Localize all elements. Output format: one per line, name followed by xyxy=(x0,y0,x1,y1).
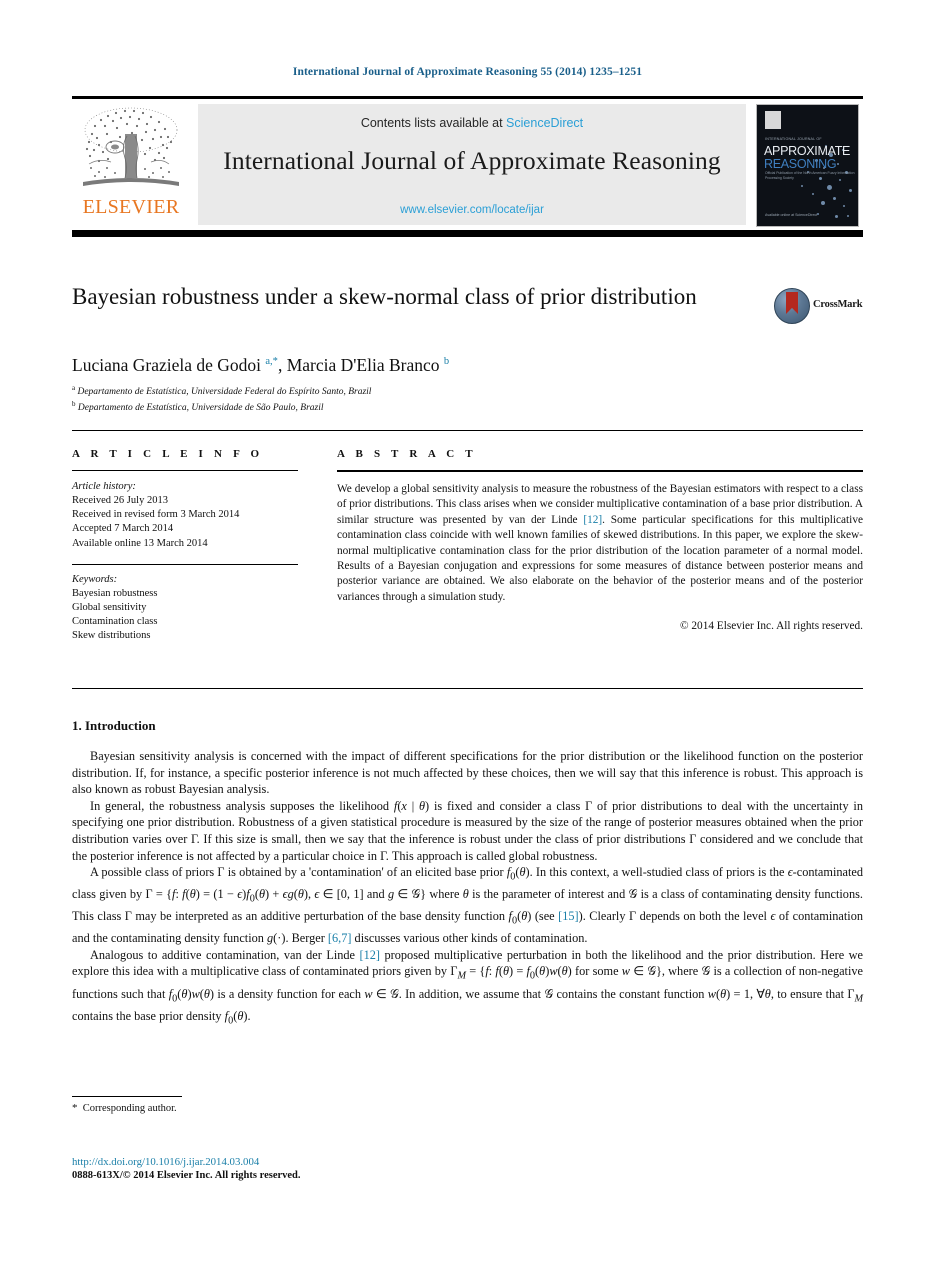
footnote-rule xyxy=(72,1096,182,1097)
crossmark-icon xyxy=(774,288,810,324)
contents-available-line: Contents lists available at ScienceDirec… xyxy=(198,116,746,130)
asterisk-icon: * xyxy=(72,1102,78,1114)
affiliation-b-text: Departamento de Estatística, Universidad… xyxy=(77,402,324,413)
keywords-label: Keywords: xyxy=(72,573,118,585)
body-paragraph: In general, the robustness analysis supp… xyxy=(72,798,863,863)
affiliation-a: a Departamento de Estatística, Universid… xyxy=(72,383,772,399)
journal-masthead: ELSEVIER Contents lists available at Sci… xyxy=(72,96,863,237)
journal-url-link[interactable]: www.elsevier.com/locate/ijar xyxy=(198,204,746,216)
paper-page: International Journal of Approximate Rea… xyxy=(0,0,935,1266)
article-info-heading: A R T I C L E I N F O xyxy=(72,448,264,460)
running-head: International Journal of Approximate Rea… xyxy=(292,66,643,78)
masthead-banner: Contents lists available at ScienceDirec… xyxy=(198,104,746,225)
abstract-section-bottom-rule xyxy=(72,688,863,689)
info-section-top-rule xyxy=(72,430,863,431)
crossmark-badge-group[interactable]: CrossMark xyxy=(774,288,866,324)
history-item: Available online 13 March 2014 xyxy=(72,537,208,549)
article-history-label: Article history: xyxy=(72,481,136,492)
article-info-column: A R T I C L E I N F O Article history: R… xyxy=(72,448,298,644)
article-info-rule xyxy=(72,470,298,471)
cover-footer: Available online at ScienceDirect xyxy=(765,213,818,217)
article-history-list: Received 26 July 2013 Received in revise… xyxy=(72,494,298,551)
cover-elsevier-mark xyxy=(765,111,781,129)
affiliation-marker-b: b xyxy=(72,399,76,408)
journal-cover-thumbnail[interactable]: INTERNATIONAL JOURNAL OF APPROXIMATE REA… xyxy=(756,104,859,227)
journal-title: International Journal of Approximate Rea… xyxy=(223,146,721,175)
keyword-item: Skew distributions xyxy=(72,630,151,642)
cover-subtitle: Official Publication of the North Americ… xyxy=(765,171,855,180)
issn-copyright-line: 0888-613X/© 2014 Elsevier Inc. All right… xyxy=(72,1170,301,1181)
elsevier-logo: ELSEVIER xyxy=(72,104,190,224)
affiliation-a-text: Departamento de Estatística, Universidad… xyxy=(77,387,372,398)
section-title-introduction: 1. Introduction xyxy=(72,718,156,733)
affiliation-list: a Departamento de Estatística, Universid… xyxy=(72,383,772,414)
elsevier-wordmark: ELSEVIER xyxy=(82,196,180,218)
masthead-bottom-rule xyxy=(72,230,863,237)
keywords-rule xyxy=(72,563,298,565)
author-list: Luciana Graziela de Godoi a,*, Marcia D'… xyxy=(72,355,450,375)
affiliation-marker-a: a xyxy=(72,384,76,392)
keyword-item: Bayesian robustness xyxy=(72,587,158,599)
article-title: Bayesian robustness under a skew-normal … xyxy=(72,284,697,309)
body-paragraph: Bayesian sensitivity analysis is concern… xyxy=(72,749,863,797)
body-column: 1. Introduction Bayesian sensitivity ana… xyxy=(72,718,863,1030)
masthead-top-rule xyxy=(72,96,863,99)
abstract-column: A B S T R A C T We develop a global sens… xyxy=(337,448,863,635)
body-paragraph: Analogous to additive contamination, van… xyxy=(72,947,864,1027)
keyword-item: Global sensitivity xyxy=(72,602,147,614)
cover-title-line2: REASONING xyxy=(764,157,837,171)
crossmark-ribbon-icon xyxy=(786,292,798,314)
corresponding-author-note: * Corresponding author. xyxy=(72,1102,572,1114)
elsevier-tree-icon xyxy=(83,107,179,186)
sciencedirect-link[interactable]: ScienceDirect xyxy=(506,116,583,130)
abstract-copyright: © 2014 Elsevier Inc. All rights reserved… xyxy=(679,620,863,633)
abstract-text: We develop a global sensitivity analysis… xyxy=(337,483,863,603)
abstract-rule xyxy=(337,470,863,472)
contents-prefix: Contents lists available at xyxy=(360,116,507,130)
affiliation-b: b Departamento de Estatística, Universid… xyxy=(72,399,772,415)
cover-title-line1: APPROXIMATE xyxy=(764,144,851,158)
corresponding-author-text: Corresponding author. xyxy=(82,1103,177,1114)
history-item: Accepted 7 March 2014 xyxy=(72,523,174,535)
doi-link[interactable]: http://dx.doi.org/10.1016/j.ijar.2014.03… xyxy=(72,1156,259,1168)
title-block: Bayesian robustness under a skew-normal … xyxy=(72,282,772,312)
cover-kicker: INTERNATIONAL JOURNAL OF xyxy=(765,137,822,141)
history-item: Received in revised form 3 March 2014 xyxy=(72,509,240,521)
history-item: Received 26 July 2013 xyxy=(72,495,168,506)
keywords-list: Bayesian robustness Global sensitivity C… xyxy=(72,587,298,644)
body-paragraph: A possible class of priors Γ is obtained… xyxy=(72,865,863,946)
keyword-item: Contamination class xyxy=(72,616,158,628)
abstract-heading: A B S T R A C T xyxy=(337,448,477,460)
crossmark-label: CrossMark xyxy=(813,299,863,310)
